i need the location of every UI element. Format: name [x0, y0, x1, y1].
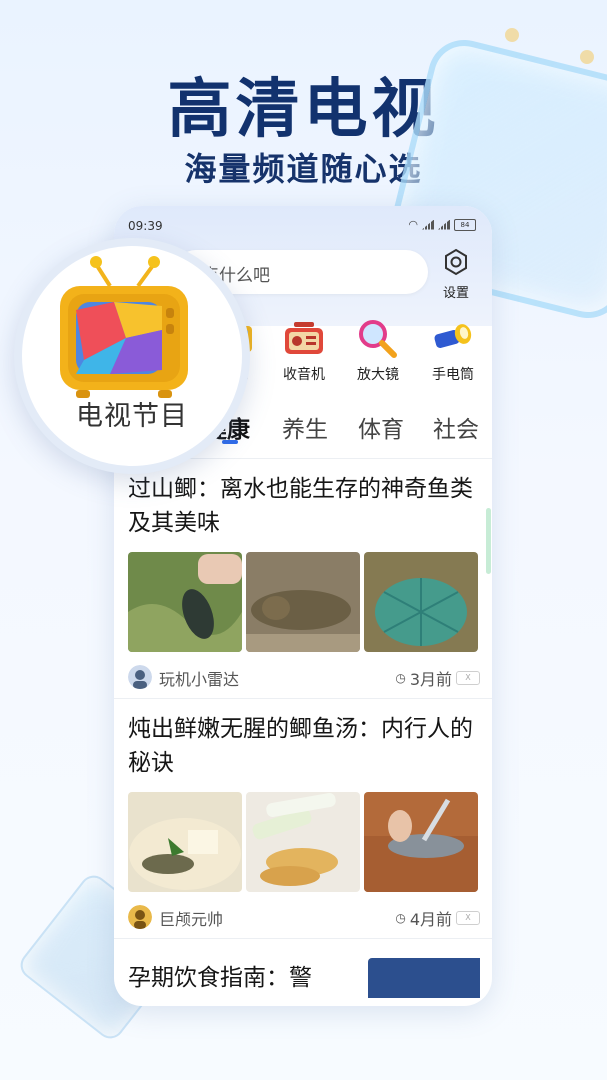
tab-wellness[interactable]: 养生: [282, 410, 328, 444]
article-thumbnail: [364, 552, 478, 652]
tool-flashlight[interactable]: 手电筒: [421, 318, 485, 384]
settings-label: 设置: [442, 286, 469, 301]
author-name: 巨颅元帅: [159, 910, 224, 929]
tool-magnifier[interactable]: 放大镜: [346, 318, 410, 384]
radio-icon: [285, 322, 323, 354]
settings-button[interactable]: 设置: [434, 248, 478, 301]
article-item[interactable]: 炖出鲜嫩无腥的鲫鱼汤：内行人的秘诀 巨颅元帅 ◷ 4月前 X: [128, 712, 480, 932]
article-thumbnails: [128, 792, 480, 892]
dismiss-button[interactable]: X: [456, 671, 480, 685]
wifi-icon: ◠: [408, 218, 418, 231]
article-thumbnail: [368, 958, 480, 998]
article-thumbnail: [246, 552, 360, 652]
article-meta: 巨颅元帅 ◷ 4月前 X: [128, 902, 480, 932]
article-meta: 玩机小雷达 ◷ 3月前 X: [128, 662, 480, 692]
article-thumbnail: [246, 792, 360, 892]
gear-icon: [445, 248, 467, 276]
flashlight-icon: [434, 324, 472, 348]
clock-icon: ◷: [395, 911, 406, 925]
clock-icon: ◷: [395, 671, 406, 685]
tool-label: 手电筒: [432, 367, 474, 383]
article-time-group: ◷ 3月前 X: [395, 666, 480, 690]
tab-underline: [222, 440, 238, 444]
signal-icon: [422, 219, 434, 230]
tool-label: 放大镜: [357, 367, 399, 383]
tab-society[interactable]: 社会: [433, 410, 479, 444]
status-icons: ◠ 84: [408, 218, 476, 231]
tv-icon: [60, 256, 188, 398]
article-divider: [114, 938, 492, 939]
side-handle[interactable]: [486, 508, 491, 574]
article-item[interactable]: 过山鲫：离水也能生存的神奇鱼类及其美味 玩机小雷达 ◷ 3月前 X: [128, 472, 480, 692]
article-title: 过山鲫：离水也能生存的神奇鱼类及其美味: [128, 476, 473, 536]
tool-label: 收音机: [283, 367, 325, 383]
magnifier-icon: [359, 320, 397, 358]
status-time: 09:39: [128, 219, 163, 233]
avatar: [128, 665, 152, 689]
article-item[interactable]: 孕期饮食指南：警: [128, 958, 480, 1006]
author-name: 玩机小雷达: [159, 670, 240, 689]
article-time-group: ◷ 4月前 X: [395, 906, 480, 930]
glass-antenna-decoration: [505, 28, 519, 42]
magnified-tv-bubble[interactable]: 电视节目: [14, 238, 250, 474]
battery-icon: 84: [454, 218, 476, 231]
article-thumbnail: [128, 552, 242, 652]
article-thumbnail: [364, 792, 478, 892]
bubble-label: 电视节目: [76, 401, 188, 432]
article-divider: [114, 698, 492, 699]
article-thumbnail: [128, 792, 242, 892]
tab-sports[interactable]: 体育: [358, 410, 404, 444]
article-time: 4月前: [409, 910, 452, 929]
signal-icon: [438, 219, 450, 230]
status-bar: 09:39 ◠ 84: [128, 218, 476, 236]
avatar: [128, 905, 152, 929]
tool-radio[interactable]: 收音机: [272, 318, 336, 384]
article-title: 炖出鲜嫩无腥的鲫鱼汤：内行人的秘诀: [128, 716, 473, 776]
dismiss-button[interactable]: X: [456, 911, 480, 925]
article-thumbnails: [128, 552, 480, 652]
article-time: 3月前: [409, 670, 452, 689]
glass-antenna-decoration: [580, 50, 594, 64]
